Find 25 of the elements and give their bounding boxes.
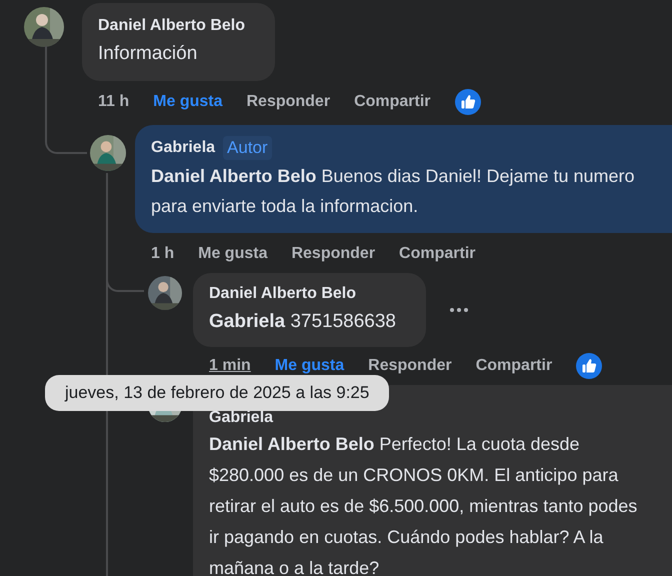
share-button[interactable]: Compartir <box>354 93 431 111</box>
reply-button[interactable]: Responder <box>291 245 376 263</box>
author-badge: Autor <box>223 136 272 160</box>
comment-text: Información <box>98 42 198 66</box>
like-icon[interactable] <box>576 353 602 379</box>
like-button[interactable]: Me gusta <box>198 245 268 263</box>
like-icon[interactable] <box>454 89 481 115</box>
more-options-icon[interactable] <box>448 306 470 314</box>
timestamp-link[interactable]: 1 min <box>209 357 251 375</box>
timestamp-link[interactable]: 11 h <box>98 93 130 111</box>
share-button[interactable]: Compartir <box>399 245 476 263</box>
comment-text: Daniel Alberto Belo Perfecto! La cuota desde $280.000 es de un CRONOS 0KM. El anticipo para retirar el auto es de $6.500.000, mientras tanto podes ir pagando en cuotas. Cuándo podes hablar? A la mañana o a la tarde? <box>209 433 638 576</box>
reply-button[interactable]: Responder <box>368 357 452 375</box>
reply-button[interactable]: Responder <box>246 93 330 111</box>
timestamp-link[interactable]: 1 h <box>151 245 174 263</box>
author-name[interactable]: Gabriela <box>151 139 216 157</box>
share-button[interactable]: Compartir <box>476 357 552 375</box>
author-name[interactable]: Gabriela <box>209 409 274 427</box>
date-tooltip: jueves, 13 de febrero de 2025 a las 9:25 <box>45 375 390 411</box>
comment-text: Daniel Alberto Belo Buenos dias Daniel! Dejame tu numero para enviarte toda la informacion. <box>151 165 636 218</box>
like-button[interactable]: Me gusta <box>153 93 222 111</box>
comment-text: Gabriela 3751586638 <box>209 310 396 334</box>
like-button[interactable]: Me gusta <box>274 357 344 375</box>
author-name[interactable]: Daniel Alberto Belo <box>98 17 245 35</box>
author-name[interactable]: Daniel Alberto Belo <box>209 285 356 303</box>
